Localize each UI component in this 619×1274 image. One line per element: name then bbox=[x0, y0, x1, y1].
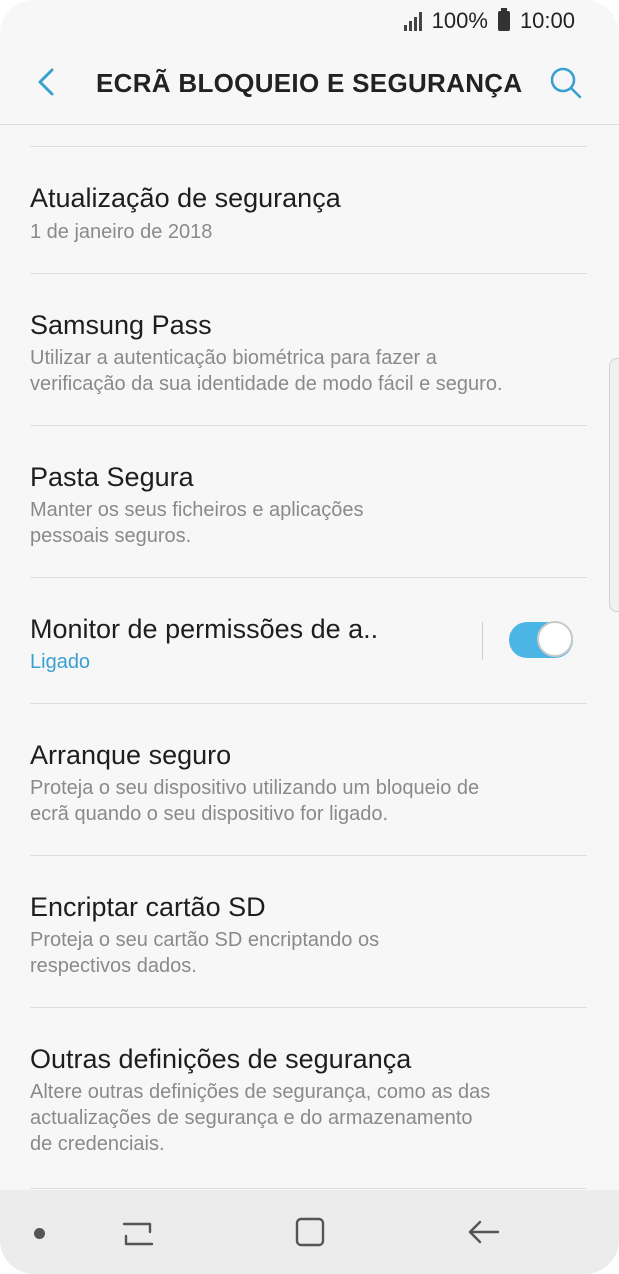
item-subtitle: 1 de janeiro de 2018 bbox=[30, 221, 213, 243]
back-arrow-icon bbox=[38, 68, 54, 96]
item-subtitle-line: verificação da sua identidade de modo fá… bbox=[30, 373, 503, 395]
list-item-samsung-pass[interactable]: Samsung Pass Utilizar a autenticação bio… bbox=[30, 274, 587, 425]
item-subtitle-line: Proteja o seu cartão SD encriptando os bbox=[30, 929, 380, 951]
home-icon bbox=[295, 1217, 325, 1247]
nav-back-arrow-icon bbox=[468, 1220, 500, 1244]
settings-list: Atualização de segurança 1 de janeiro de… bbox=[30, 146, 587, 1189]
item-title: Atualização de segurança bbox=[30, 183, 341, 213]
permission-monitor-toggle[interactable] bbox=[509, 621, 573, 658]
item-title: Samsung Pass bbox=[30, 310, 212, 340]
list-item-secure-folder[interactable]: Pasta Segura Manter os seus ficheiros e … bbox=[30, 426, 587, 577]
item-subtitle-line: Manter os seus ficheiros e aplicações bbox=[30, 499, 364, 521]
search-button[interactable] bbox=[547, 64, 585, 102]
item-subtitle-line: Utilizar a autenticação biométrica para … bbox=[30, 347, 437, 369]
recent-apps-button[interactable] bbox=[118, 1214, 158, 1254]
item-title: Outras definições de segurança bbox=[30, 1044, 412, 1074]
home-button[interactable] bbox=[292, 1214, 328, 1250]
item-subtitle-line: Altere outras definições de segurança, c… bbox=[30, 1081, 491, 1103]
page-title: ECRÃ BLOQUEIO E SEGURANÇA bbox=[96, 68, 523, 98]
navigation-bar bbox=[0, 1190, 619, 1274]
toggle-knob bbox=[537, 621, 573, 657]
item-subtitle-line: respectivos dados. bbox=[30, 955, 197, 977]
battery-percent: 100% bbox=[431, 8, 488, 33]
list-item-encrypt-sd[interactable]: Encriptar cartão SD Proteja o seu cartão… bbox=[30, 856, 587, 1007]
item-subtitle-line: actualizações de segurança e do armazena… bbox=[30, 1107, 473, 1129]
item-status: Ligado bbox=[30, 651, 91, 673]
list-item-other-security[interactable]: Outras definições de segurança Altere ou… bbox=[30, 1008, 587, 1188]
nav-back-button[interactable] bbox=[464, 1214, 504, 1254]
item-subtitle-line: Proteja o seu dispositivo utilizando um … bbox=[30, 777, 480, 799]
battery-icon bbox=[497, 8, 510, 31]
divider bbox=[30, 1188, 587, 1189]
phone-screen: 100% 10:00 ECRÃ BLOQUEIO E SEGURANÇA Atu… bbox=[0, 0, 619, 1274]
scrollbar[interactable] bbox=[609, 358, 619, 612]
signal-icon bbox=[403, 11, 426, 31]
status-icons: 100% 10:00 bbox=[403, 8, 575, 34]
clock: 10:00 bbox=[519, 8, 575, 33]
item-subtitle-line: de credenciais. bbox=[30, 1133, 165, 1155]
item-title: Monitor de permissões de a.. bbox=[30, 614, 379, 644]
item-subtitle-line: pessoais seguros. bbox=[30, 525, 192, 547]
recent-apps-icon bbox=[122, 1222, 154, 1246]
app-bar: ECRÃ BLOQUEIO E SEGURANÇA bbox=[0, 42, 619, 125]
nav-dot-icon[interactable] bbox=[34, 1228, 45, 1239]
list-item-secure-startup[interactable]: Arranque seguro Proteja o seu dispositiv… bbox=[30, 704, 587, 855]
status-bar: 100% 10:00 bbox=[0, 0, 619, 42]
item-title: Arranque seguro bbox=[30, 740, 232, 770]
toggle-separator bbox=[482, 622, 483, 660]
back-button[interactable] bbox=[30, 64, 66, 100]
search-icon bbox=[550, 67, 582, 99]
list-item-security-update[interactable]: Atualização de segurança 1 de janeiro de… bbox=[30, 147, 587, 273]
item-title: Encriptar cartão SD bbox=[30, 892, 266, 922]
list-item-permission-monitor[interactable]: Monitor de permissões de a.. Ligado bbox=[30, 578, 587, 703]
item-title: Pasta Segura bbox=[30, 462, 194, 492]
item-subtitle-line: ecrã quando o seu dispositivo for ligado… bbox=[30, 803, 389, 825]
